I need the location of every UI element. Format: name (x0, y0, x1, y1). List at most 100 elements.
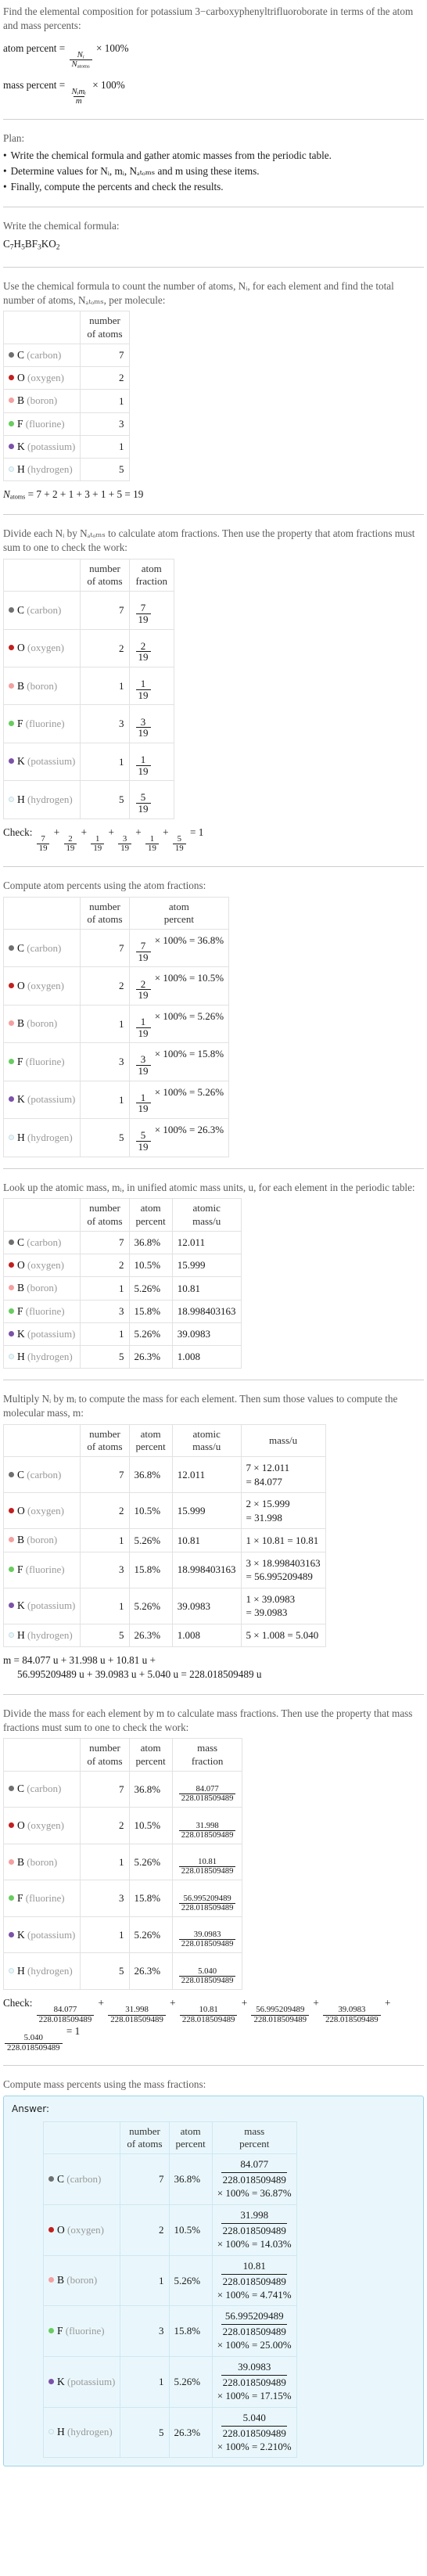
mass-percent-numerator: 56.995209489 (224, 2310, 284, 2322)
fraction-denominator: 19 (118, 844, 131, 853)
table-cell-atom-percent: 3 19 × 100% = 15.8% (128, 1042, 230, 1081)
plus-sign: + (135, 826, 142, 838)
table-row: F (fluorine) 3 (2, 412, 130, 436)
element-color-dot-icon (9, 1632, 14, 1638)
header-atom-percent: atom percent (168, 2121, 213, 2155)
table-cell-atom-count: 1 (80, 667, 130, 706)
table-cell-atom-count: 1 (80, 1587, 130, 1624)
table-row: H (hydrogen) 5 5 19 (2, 780, 174, 819)
header-element (42, 2121, 121, 2155)
element-color-dot-icon (9, 758, 14, 765)
element-name: (boron) (27, 1282, 58, 1294)
total-atoms-rhs: = 7 + 2 + 1 + 3 + 1 + 5 = 19 (27, 488, 144, 501)
plus-sign: + (241, 1996, 248, 2009)
fraction-numerator: 39.0983 (193, 1930, 221, 1940)
mass-prompt: Multiply Nᵢ by mᵢ to compute the mass fo… (3, 1393, 398, 1419)
table-cell-atom-percent: 26.3% (168, 2406, 213, 2459)
atom-percent-table: number of atoms atom percent C (carbon) 7… (2, 896, 230, 1157)
fraction: 7 19 (135, 603, 151, 624)
table-cell-mass-percent: 5.040 228.018509489 × 100% = 2.210% (211, 2406, 297, 2459)
table-row: C (carbon) 7 36.8% 84.077 228.018509489 × 100… (42, 2153, 297, 2206)
fraction-denominator: 19 (135, 803, 151, 815)
fraction-denominator: 19 (135, 1065, 151, 1077)
fraction-denominator: 228.018509489 (178, 1975, 236, 1985)
table-cell-atom-count: 2 (80, 966, 130, 1006)
fraction: 5 19 (135, 792, 151, 815)
fraction: 3 19 (135, 716, 151, 739)
table-cell-atom-fraction: 3 19 (128, 704, 174, 743)
mass-percent-denominator: 228.018509489 (222, 2275, 286, 2287)
mass-percent-fraction-bar (221, 2172, 287, 2174)
fraction: 1 19 (135, 1015, 151, 1038)
table-cell-element: K (potassium) (2, 1322, 81, 1346)
table-cell-element: H (hydrogen) (2, 458, 81, 482)
header-number-of-atoms: number of atoms (80, 311, 130, 344)
element-name: (fluorine) (25, 1304, 65, 1317)
fraction-denominator: 228.018509489 (36, 2014, 95, 2024)
table-cell-atom-count: 1 (80, 434, 130, 459)
table-row: O (oxygen) 2 2 19 (2, 628, 174, 668)
fraction: 5 19 (172, 834, 186, 854)
fraction-denominator: 19 (91, 844, 105, 853)
plus-sign: + (384, 1996, 391, 2009)
element-name: (hydrogen) (27, 793, 73, 805)
table-row: H (hydrogen) 5 (2, 458, 130, 482)
answer-section: Compute mass percents using the mass fra… (3, 2073, 424, 2470)
table-cell-atom-count: 2 (80, 628, 130, 668)
element-name: (potassium) (27, 1093, 76, 1106)
fraction-numerator: 1 (140, 1015, 146, 1027)
fraction-denominator: 228.018509489 (108, 2014, 166, 2024)
mass-percent-fraction: Nᵢmᵢ m (70, 87, 88, 106)
table-cell-mass-fraction: 39.0983 228.018509489 (171, 1916, 243, 1954)
element-symbol: C (17, 1783, 25, 1795)
element-name: (oxygen) (27, 1819, 64, 1831)
fraction-numerator: 3 (140, 1053, 146, 1066)
table-cell-element: H (hydrogen) (2, 1344, 81, 1369)
mass-percent-numerator: 10.81 (242, 2259, 266, 2272)
element-color-dot-icon (9, 1822, 14, 1828)
mass-percent-table: number of atoms atom percent mass percen… (42, 2121, 297, 2459)
table-cell-atom-count: 5 (120, 2406, 170, 2459)
table-cell-element: K (potassium) (2, 742, 81, 782)
element-symbol: F (17, 417, 23, 430)
header-number-of-atoms: number of atoms (80, 1423, 130, 1458)
plus-sign: + (313, 1996, 319, 2009)
atom-percent-numerator: N (77, 49, 83, 59)
table-cell-atom-count: 2 (80, 1807, 130, 1844)
mass-value: = 31.998 (246, 1511, 282, 1524)
table-cell-mass-percent: 84.077 228.018509489 × 100% = 36.87% (211, 2153, 297, 2206)
element-symbol: F (17, 1892, 23, 1905)
element-symbol: O (17, 1259, 25, 1272)
element-name: (hydrogen) (27, 1131, 73, 1143)
table-cell-mass-percent: 39.0983 228.018509489 × 100% = 17.15% (211, 2356, 297, 2408)
fraction: 2 19 (135, 978, 151, 1001)
element-symbol: K (17, 440, 25, 452)
element-color-dot-icon (9, 1239, 14, 1245)
table-cell-atom-percent: 5.26% (128, 1276, 173, 1301)
table-row: F (fluorine) 3 3 19 (2, 704, 174, 743)
table-cell-atom-count: 7 (80, 1770, 130, 1808)
fraction: 31.998 228.018509489 (178, 1822, 236, 1840)
mass-fraction-prompt: Divide the mass for each element by m to… (3, 1707, 413, 1733)
table-cell-atomic-mass: 1.008 (171, 1623, 242, 1648)
table-row: K (potassium) 1 (2, 434, 130, 459)
table-cell-element: B (boron) (42, 2254, 121, 2307)
element-name: (hydrogen) (27, 1965, 73, 1977)
fraction-denominator: 19 (135, 689, 151, 701)
table-cell-element: K (potassium) (2, 434, 81, 459)
formula-subscript: 7 (9, 243, 14, 251)
mass-percent-fraction-bar (221, 2324, 287, 2326)
element-symbol: H (17, 1131, 25, 1143)
table-cell-atom-count: 1 (80, 389, 130, 413)
table-cell-atom-count: 1 (80, 1276, 130, 1301)
element-color-dot-icon (9, 1020, 14, 1027)
element-color-dot-icon (9, 1330, 14, 1337)
table-cell-atom-count: 1 (80, 1080, 130, 1120)
table-cell-element: O (oxygen) (2, 1807, 81, 1844)
table-cell-mass-u: 2 × 15.999 = 31.998 (240, 1492, 326, 1530)
atom-percent-numerator-sub: i (82, 54, 84, 60)
divider (3, 2064, 424, 2066)
table-row: H (hydrogen) 5 26.3% 5.040 228.018509489 × 10… (42, 2406, 297, 2459)
mass-percent-fraction-bar (221, 2374, 287, 2376)
element-symbol: C (57, 2173, 65, 2186)
